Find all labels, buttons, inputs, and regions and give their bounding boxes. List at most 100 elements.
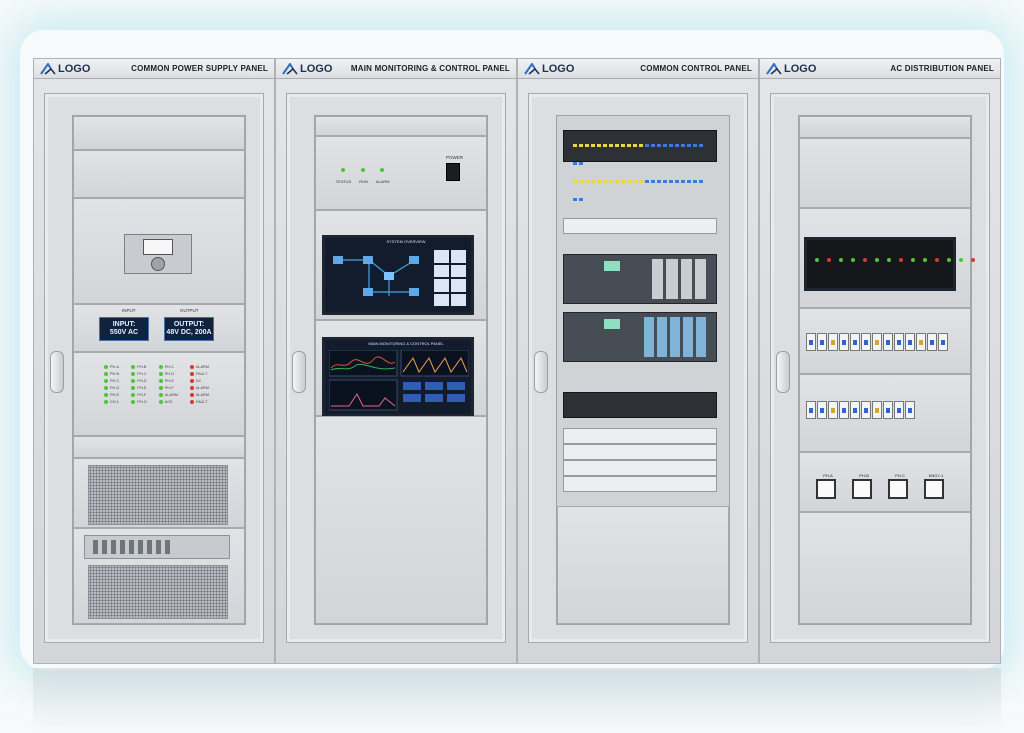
patch-port[interactable]: [585, 180, 589, 183]
patch-port[interactable]: [675, 144, 679, 147]
patch-port[interactable]: [657, 144, 661, 147]
patch-port[interactable]: [639, 180, 643, 183]
circuit-breaker[interactable]: [828, 401, 838, 419]
patch-port[interactable]: [645, 144, 649, 147]
patch-port[interactable]: [621, 144, 625, 147]
screen-button[interactable]: [451, 250, 466, 263]
patch-port[interactable]: [603, 144, 607, 147]
patch-port[interactable]: [597, 144, 601, 147]
patch-port[interactable]: [669, 180, 673, 183]
overview-screen[interactable]: SYSTEM OVERVIEW: [322, 235, 474, 315]
patch-port[interactable]: [573, 144, 577, 147]
patch-port[interactable]: [579, 162, 583, 165]
patch-port[interactable]: [639, 144, 643, 147]
breaker-slot[interactable]: [165, 540, 170, 554]
breaker-slot[interactable]: [147, 540, 152, 554]
patch-port[interactable]: [699, 144, 703, 147]
patch-port[interactable]: [573, 198, 577, 201]
patch-port[interactable]: [579, 144, 583, 147]
door-handle-icon[interactable]: [534, 351, 548, 393]
breaker-slot[interactable]: [102, 540, 107, 554]
screen-button[interactable]: [434, 293, 449, 306]
circuit-breaker[interactable]: [850, 401, 860, 419]
patch-port[interactable]: [651, 144, 655, 147]
circuit-breaker[interactable]: [938, 333, 948, 351]
trend-screen[interactable]: MAIN MONITORING & CONTROL PANEL: [322, 337, 474, 417]
door-handle-icon[interactable]: [292, 351, 306, 393]
breaker-slot[interactable]: [111, 540, 116, 554]
breaker-slot[interactable]: [120, 540, 125, 554]
patch-port[interactable]: [609, 144, 613, 147]
patch-port[interactable]: [573, 162, 577, 165]
patch-port[interactable]: [645, 180, 649, 183]
circuit-breaker[interactable]: [828, 333, 838, 351]
patch-port[interactable]: [609, 180, 613, 183]
circuit-breaker[interactable]: [806, 401, 816, 419]
patch-port[interactable]: [633, 180, 637, 183]
circuit-breaker[interactable]: [817, 333, 827, 351]
circuit-breaker[interactable]: [861, 401, 871, 419]
patch-port[interactable]: [579, 180, 583, 183]
patch-port[interactable]: [687, 144, 691, 147]
circuit-breaker[interactable]: [883, 401, 893, 419]
patch-port[interactable]: [573, 180, 577, 183]
power-switch[interactable]: [446, 163, 460, 181]
circuit-breaker[interactable]: [839, 401, 849, 419]
circuit-breaker[interactable]: [905, 401, 915, 419]
breaker-slot[interactable]: [129, 540, 134, 554]
breaker-slot[interactable]: [93, 540, 98, 554]
patch-port[interactable]: [603, 180, 607, 183]
plc-modules: [644, 317, 706, 357]
patch-port[interactable]: [633, 144, 637, 147]
patch-port[interactable]: [663, 180, 667, 183]
patch-port[interactable]: [693, 180, 697, 183]
led-icon: [935, 258, 939, 262]
circuit-breaker[interactable]: [916, 333, 926, 351]
patch-port[interactable]: [657, 180, 661, 183]
door-handle-icon[interactable]: [50, 351, 64, 393]
patch-port[interactable]: [591, 144, 595, 147]
patch-port[interactable]: [621, 180, 625, 183]
patch-port[interactable]: [681, 144, 685, 147]
patch-port[interactable]: [615, 144, 619, 147]
circuit-breaker[interactable]: [894, 333, 904, 351]
screen-button[interactable]: [434, 264, 449, 277]
circuit-breaker[interactable]: [905, 333, 915, 351]
patch-port[interactable]: [591, 180, 595, 183]
circuit-breaker[interactable]: [872, 401, 882, 419]
patch-port[interactable]: [579, 198, 583, 201]
patch-port[interactable]: [651, 180, 655, 183]
patch-port[interactable]: [585, 144, 589, 147]
patch-port[interactable]: [627, 180, 631, 183]
screen-button[interactable]: [451, 264, 466, 277]
circuit-breaker[interactable]: [883, 333, 893, 351]
circuit-breaker[interactable]: [894, 401, 904, 419]
patch-port[interactable]: [627, 144, 631, 147]
led-icon: [959, 258, 963, 262]
patch-port[interactable]: [675, 180, 679, 183]
patch-port[interactable]: [687, 180, 691, 183]
breaker-slot[interactable]: [138, 540, 143, 554]
patch-port[interactable]: [615, 180, 619, 183]
circuit-breaker[interactable]: [839, 333, 849, 351]
screen-button[interactable]: [434, 250, 449, 263]
patch-port[interactable]: [663, 144, 667, 147]
door-handle-icon[interactable]: [776, 351, 790, 393]
circuit-breaker[interactable]: [861, 333, 871, 351]
controller-keypad[interactable]: [151, 257, 165, 271]
screen-button[interactable]: [434, 279, 449, 292]
patch-port[interactable]: [699, 180, 703, 183]
circuit-breaker[interactable]: [927, 333, 937, 351]
circuit-breaker[interactable]: [872, 333, 882, 351]
screen-button[interactable]: [451, 293, 466, 306]
patch-port[interactable]: [681, 180, 685, 183]
circuit-breaker[interactable]: [850, 333, 860, 351]
status-item: PH-C: [158, 363, 178, 370]
screen-button[interactable]: [451, 279, 466, 292]
circuit-breaker[interactable]: [817, 401, 827, 419]
circuit-breaker[interactable]: [806, 333, 816, 351]
patch-port[interactable]: [693, 144, 697, 147]
breaker-slot[interactable]: [156, 540, 161, 554]
patch-port[interactable]: [669, 144, 673, 147]
patch-port[interactable]: [597, 180, 601, 183]
